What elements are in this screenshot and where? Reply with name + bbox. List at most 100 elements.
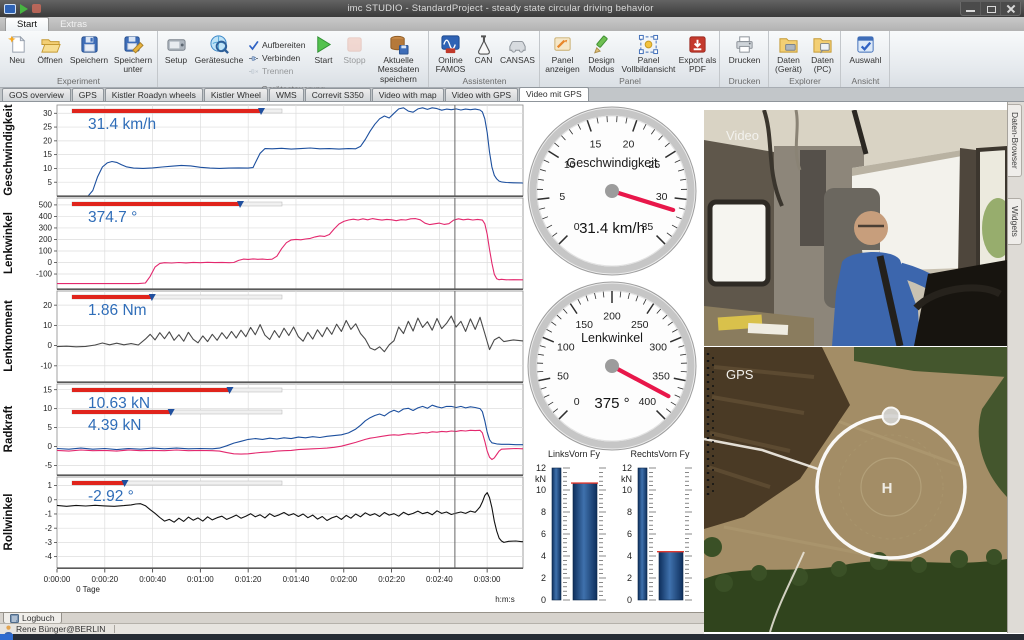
run-icon[interactable] xyxy=(20,4,28,14)
page-tab-wms[interactable]: WMS xyxy=(269,88,304,101)
ribbon-button-öffnen[interactable]: Öffnen xyxy=(33,32,67,76)
bar-scale-label: 4 xyxy=(627,551,632,561)
page-tab-video-with-gps[interactable]: Video with GPS xyxy=(445,88,518,101)
gps-map: H GPS xyxy=(704,347,1007,632)
side-tab-strip: Daten-Browser Widgets xyxy=(1007,102,1024,633)
ribbon-button-label: Aktuelle Messdaten speichern xyxy=(370,56,426,84)
ribbon-button-label: Stopp xyxy=(343,56,365,65)
ribbon-button-label: Speichern xyxy=(70,56,108,65)
ribbon-button-start[interactable]: Start xyxy=(308,32,338,84)
side-tab-daten-browser[interactable]: Daten-Browser xyxy=(1008,104,1022,177)
ribbon-button-stopp[interactable]: Stopp xyxy=(339,32,369,84)
panel-fullscreen-icon xyxy=(638,34,659,55)
ribbon-button-panel-anzeigen[interactable]: Panel anzeigen xyxy=(542,32,582,76)
bar-unit-label: kN xyxy=(535,474,546,484)
page-tab-gps[interactable]: GPS xyxy=(72,88,104,101)
bar-scale-label: 0 xyxy=(627,595,632,605)
channel-name-label: Lenkwinkel xyxy=(3,212,15,274)
ribbon-button-can[interactable]: CAN xyxy=(470,32,496,76)
stop-icon[interactable] xyxy=(32,4,41,13)
app-window: { "window": { "title": "imc STUDIO - Sta… xyxy=(0,0,1024,640)
page-tab-video-with-map[interactable]: Video with map xyxy=(372,88,444,101)
gauge-value: 31.4 km/h xyxy=(579,220,645,237)
gps-panel: H GPS xyxy=(704,347,1007,632)
ribbon-button-setup[interactable]: Setup xyxy=(160,32,192,84)
ribbon-group-drucken: DruckenDrucken xyxy=(720,31,769,87)
save-icon xyxy=(79,34,100,55)
minimize-button[interactable] xyxy=(961,2,981,15)
ribbon-button-verbinden[interactable]: Verbinden xyxy=(248,53,305,64)
readout-slider-fill xyxy=(72,388,230,392)
restore-button[interactable] xyxy=(981,2,1001,15)
close-button[interactable] xyxy=(1001,2,1020,15)
page-tab-kistler-roadyn-wheels[interactable]: Kistler Roadyn wheels xyxy=(105,88,203,101)
ribbon-tab-extras[interactable]: Extras xyxy=(49,18,98,31)
strip-chart-geschwindigkeit[interactable]: 5101520253031.4 km/hGeschwindigkeit xyxy=(0,104,530,197)
window-title: imc STUDIO - StandardProject - steady st… xyxy=(41,3,960,14)
ribbon-button-design-modus[interactable]: Design Modus xyxy=(583,32,619,76)
open-folder-icon xyxy=(40,34,61,55)
ribbon-button-neu[interactable]: Neu xyxy=(2,32,32,76)
page-tab-video-mit-gps[interactable]: Video mit GPS xyxy=(519,87,589,101)
y-tick-label: -4 xyxy=(45,552,53,561)
page-tab-correvit-s350[interactable]: Correvit S350 xyxy=(305,88,371,101)
export-pdf-icon xyxy=(687,34,708,55)
ribbon-button-aufbereiten[interactable]: Aufbereiten xyxy=(248,40,305,51)
ribbon-button-cansas[interactable]: CANSAS xyxy=(497,32,537,76)
gauge-hub xyxy=(605,184,619,198)
bar-peak xyxy=(638,468,647,600)
ribbon-button-panel-vollbildansicht[interactable]: Panel Vollbildansicht xyxy=(620,32,676,76)
panel-page-tabs: GOS overviewGPSKistler Roadyn wheelsKist… xyxy=(0,88,1024,102)
ribbon-button-label: Verbinden xyxy=(262,53,300,63)
ribbon-group-experiment: NeuÖffnenSpeichernSpeichern unterExperim… xyxy=(0,31,158,87)
x-tick-label: 0:03:00 xyxy=(474,575,501,584)
ribbon-button-trennen[interactable]: Trennen xyxy=(248,66,305,77)
strip-chart-lenkmoment[interactable]: -10010201.86 NmLenkmoment xyxy=(0,290,530,383)
ribbon-button-daten-pc-[interactable]: Daten (PC) xyxy=(806,32,838,76)
ribbon-group-caption: Assistenten xyxy=(431,76,537,87)
y-tick-label: -10 xyxy=(40,361,52,370)
bar-scale-label: 0 xyxy=(541,595,546,605)
bar-value xyxy=(573,483,597,600)
y-tick-label: 15 xyxy=(43,385,52,394)
ribbon-button-aktuelle-messdaten-speichern[interactable]: Aktuelle Messdaten speichern xyxy=(370,32,426,84)
gauge-title: Geschwindigkeit xyxy=(566,156,658,170)
bar-scale-label: 12 xyxy=(622,463,632,473)
folder-pc-icon xyxy=(812,34,833,55)
y-tick-label: 0 xyxy=(48,341,53,350)
ribbon-button-export-als-pdf[interactable]: Export als PDF xyxy=(677,32,717,76)
ribbon-button-gerätesuche[interactable]: Gerätesuche xyxy=(193,32,245,84)
logbuch-label: Logbuch xyxy=(22,613,55,623)
page-tab-gos-overview[interactable]: GOS overview xyxy=(2,88,71,101)
panel-show-icon xyxy=(552,34,573,55)
ribbon-button-label: Neu xyxy=(9,56,25,65)
ribbon: NeuÖffnenSpeichernSpeichern unterExperim… xyxy=(0,31,1024,88)
ribbon-button-speichern-unter[interactable]: Speichern unter xyxy=(111,32,155,76)
gauge-geschwindigkeit: 05101520253035Geschwindigkeit31.4 km/h xyxy=(526,105,698,277)
strip-chart-stack[interactable]: 5101520253031.4 km/hGeschwindigkeit-1000… xyxy=(0,104,530,605)
bar-meter-rechtsvorn-fy: RechtsVorn Fy121086420kN xyxy=(617,448,703,612)
ribbon-button-auswahl[interactable]: Auswahl xyxy=(843,32,887,76)
panel-area: 5101520253031.4 km/hGeschwindigkeit-1000… xyxy=(0,102,1024,633)
channel-value: 31.4 km/h xyxy=(88,116,156,133)
ribbon-button-daten-gerät-[interactable]: Daten (Gerät) xyxy=(771,32,805,76)
video-panel: Video xyxy=(704,110,1007,346)
strip-chart-rollwinkel[interactable]: -4-3-2-101-2.92 °Rollwinkel xyxy=(0,476,530,569)
save-measure-data-icon xyxy=(388,34,409,55)
side-tab-widgets[interactable]: Widgets xyxy=(1008,198,1022,245)
x-tick-label: 0:01:20 xyxy=(235,575,262,584)
x-tick-label: 0:01:40 xyxy=(283,575,310,584)
start-play-icon xyxy=(313,34,334,55)
gauge-scale-label: 50 xyxy=(557,370,569,382)
ribbon-button-speichern[interactable]: Speichern xyxy=(68,32,110,76)
ribbon-button-online-famos[interactable]: Online FAMOS xyxy=(431,32,469,76)
setup-device-icon xyxy=(166,34,187,55)
bar-value xyxy=(659,552,683,600)
strip-chart-lenkwinkel[interactable]: -1000100200300400500374.7 °Lenkwinkel xyxy=(0,197,530,290)
user-statusbar: Rene Bünger@BERLIN xyxy=(0,623,704,634)
y-tick-label: 300 xyxy=(39,224,53,233)
ribbon-button-drucken[interactable]: Drucken xyxy=(722,32,766,76)
page-tab-kistler-wheel[interactable]: Kistler Wheel xyxy=(204,88,268,101)
strip-chart-radkraft[interactable]: -505101510.63 kN4.39 kNRadkraft xyxy=(0,383,530,476)
ribbon-tab-start[interactable]: Start xyxy=(5,17,49,31)
